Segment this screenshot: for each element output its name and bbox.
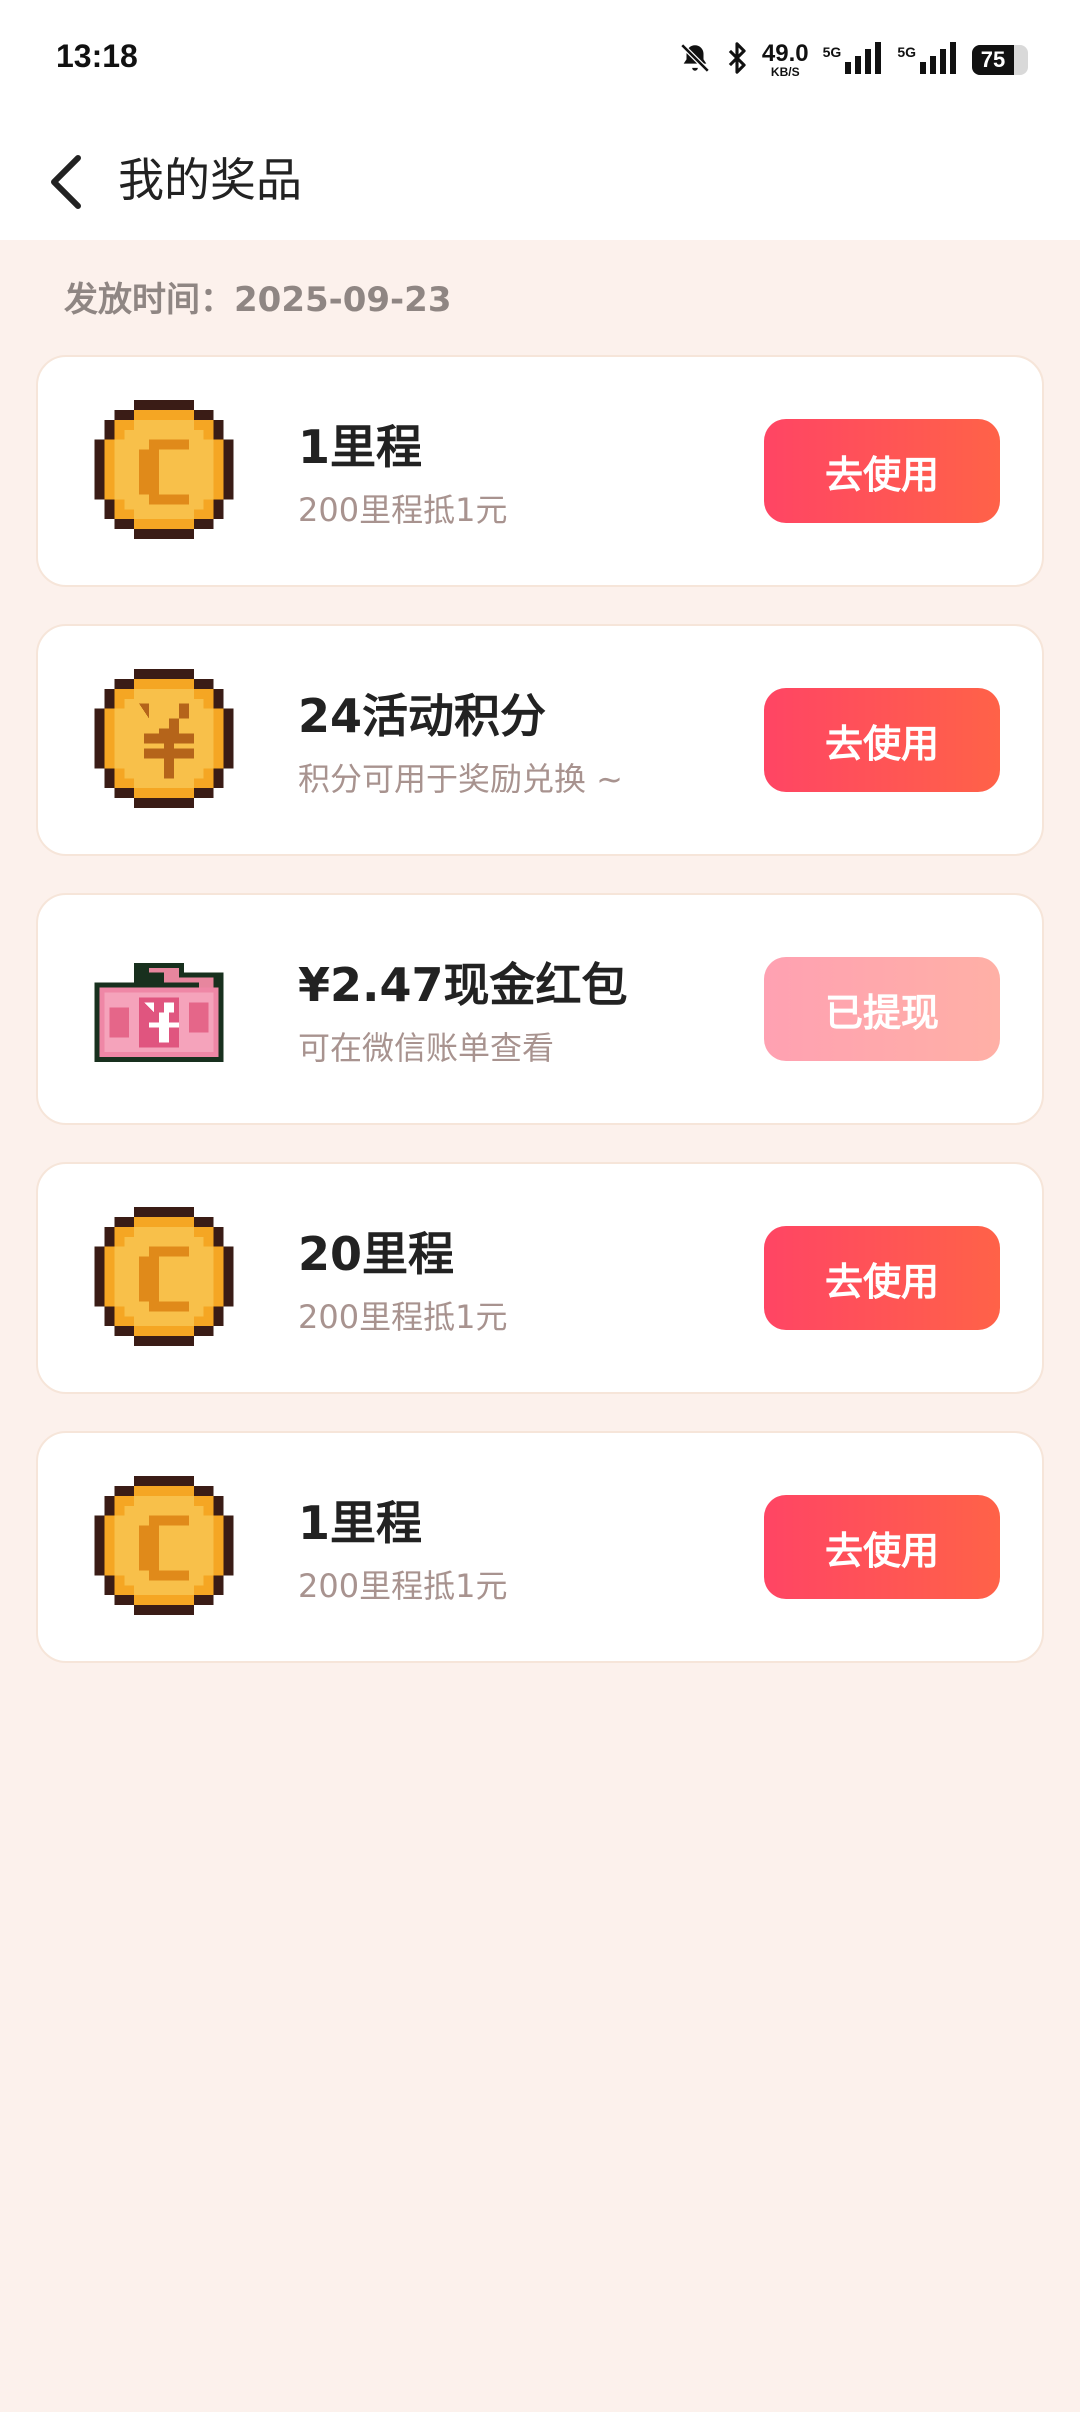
prize-title: ¥2.47现金红包 xyxy=(298,958,628,1012)
page-title: 我的奖品 xyxy=(118,153,302,207)
pixel-cash-icon xyxy=(84,933,244,1087)
pixel-coin-c-icon xyxy=(84,1471,244,1625)
pixel-coin-c-icon xyxy=(84,1202,244,1356)
prize-subtitle: 200里程抵1元 xyxy=(298,491,508,529)
status-icons: 49.0 KB/S 5G 5G 75 xyxy=(678,38,1028,82)
chevron-left-icon xyxy=(51,155,81,209)
net-speed-unit: KB/S xyxy=(770,65,800,79)
net-speed-value: 49.0 xyxy=(761,40,809,67)
app-header: 我的奖品 xyxy=(0,120,1080,240)
withdrawn-button[interactable]: 已提现 xyxy=(764,957,1000,1061)
use-button[interactable]: 去使用 xyxy=(764,688,1000,792)
prize-card: 1里程 200里程抵1元 去使用 xyxy=(36,355,1044,587)
sim1-label: 5G xyxy=(822,44,842,60)
signal-icon xyxy=(843,42,883,78)
pixel-coin-c-icon xyxy=(84,395,244,549)
sim2-label: 5G xyxy=(897,44,916,60)
prize-subtitle: 可在微信账单查看 xyxy=(298,1029,555,1067)
prize-card: 24活动积分 积分可用于奖励兑换 ~ 去使用 xyxy=(36,624,1044,856)
prize-card: ¥2.47现金红包 可在微信账单查看 已提现 xyxy=(36,893,1044,1125)
battery-level: 75 xyxy=(980,47,1006,72)
prize-card: 20里程 200里程抵1元 去使用 xyxy=(36,1162,1044,1394)
signal-icon xyxy=(918,42,958,78)
use-button[interactable]: 去使用 xyxy=(764,1226,1000,1330)
status-bar: 13:18 49.0 KB/S 5G 5G 75 xyxy=(0,0,1080,120)
prize-title: 1里程 xyxy=(298,420,423,474)
issue-date: 发放时间：2025-09-23 xyxy=(64,280,452,320)
sim2-signal: 5G xyxy=(897,42,958,78)
back-button[interactable] xyxy=(26,142,106,222)
use-button[interactable]: 去使用 xyxy=(764,419,1000,523)
prize-title: 20里程 xyxy=(298,1227,455,1281)
sim1-signal: 5G xyxy=(823,42,884,78)
status-time: 13:18 xyxy=(56,38,138,74)
prize-title: 1里程 xyxy=(298,1496,423,1550)
network-speed: 49.0 KB/S xyxy=(761,40,809,79)
pixel-coin-yen-icon xyxy=(84,664,244,818)
prize-subtitle: 200里程抵1元 xyxy=(298,1298,508,1336)
bluetooth-icon xyxy=(726,41,748,79)
prize-list: 1里程 200里程抵1元 去使用 24活动积分 积分可用于奖励兑换 ~ 去使用 xyxy=(36,355,1044,1700)
use-button[interactable]: 去使用 xyxy=(764,1495,1000,1599)
battery-icon: 75 xyxy=(972,45,1028,75)
prize-subtitle: 积分可用于奖励兑换 ~ xyxy=(298,760,623,798)
bell-muted-icon xyxy=(678,41,712,79)
prize-title: 24活动积分 xyxy=(298,689,547,743)
prize-subtitle: 200里程抵1元 xyxy=(298,1567,508,1605)
prize-card: 1里程 200里程抵1元 去使用 xyxy=(36,1431,1044,1663)
